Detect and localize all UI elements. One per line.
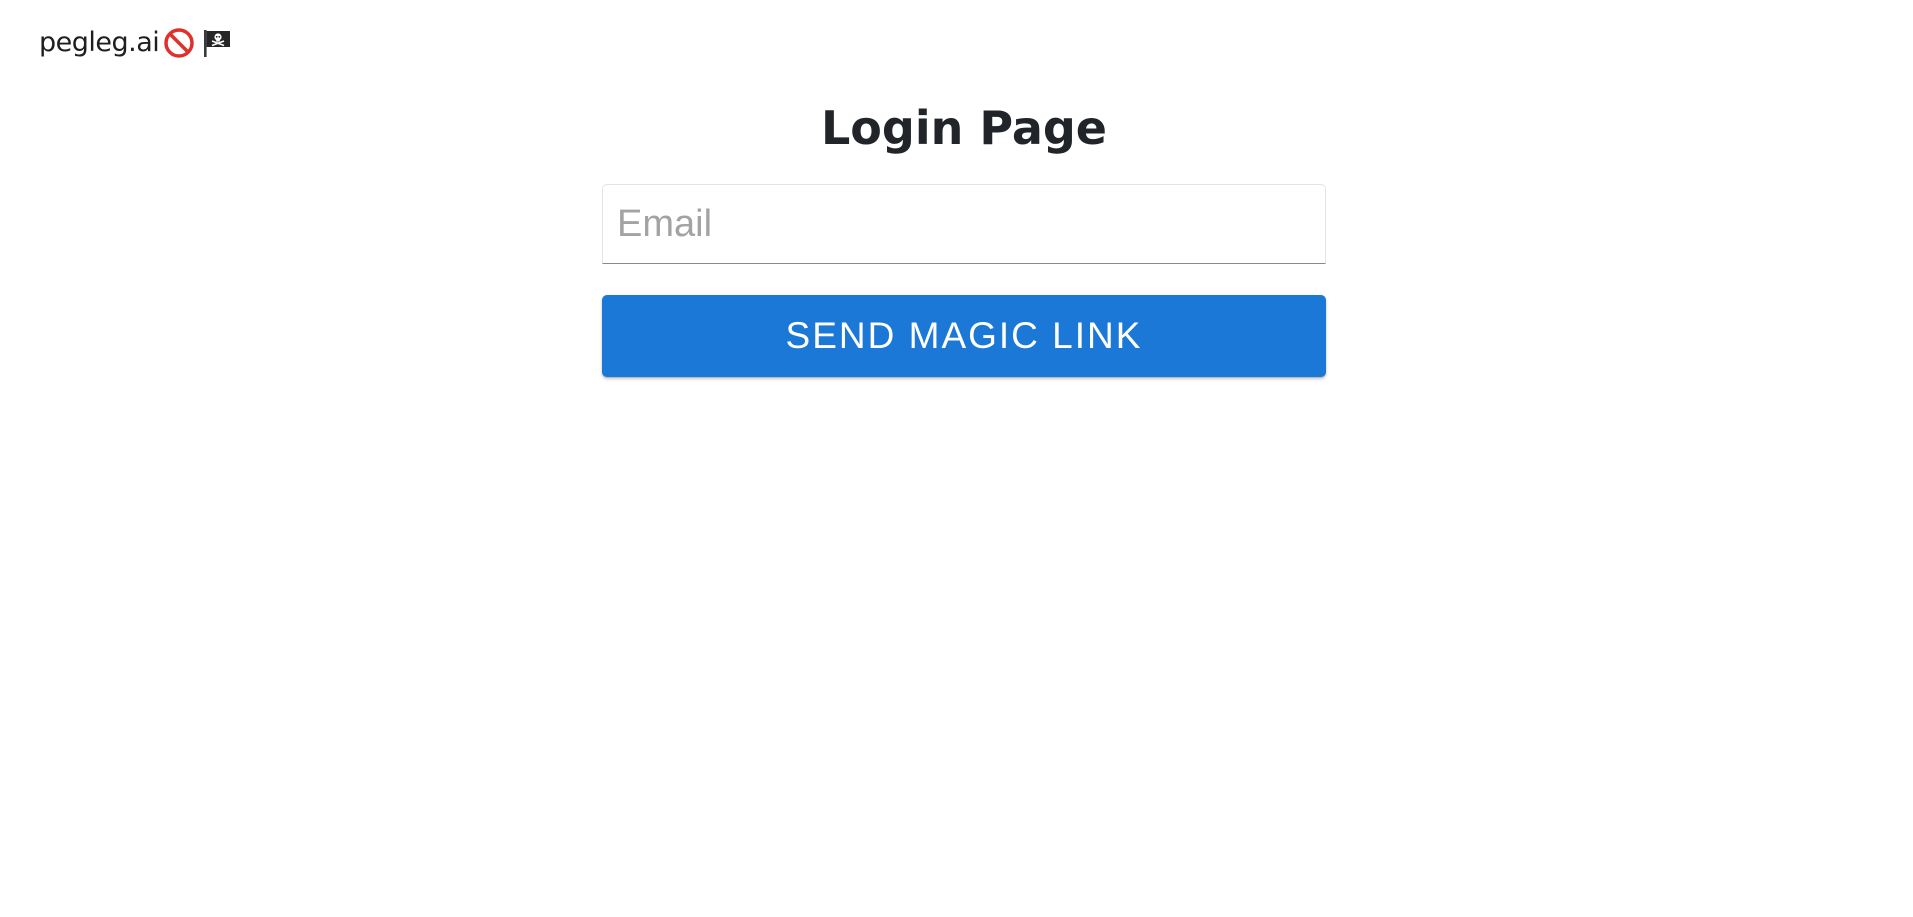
pirate-flag-icon — [199, 26, 235, 60]
brand-name: pegleg.ai — [39, 27, 160, 58]
send-magic-link-button[interactable]: SEND MAGIC LINK — [602, 295, 1326, 377]
prohibited-icon — [161, 26, 197, 60]
brand-logo[interactable]: pegleg.ai — [39, 26, 235, 60]
email-input[interactable] — [603, 185, 1325, 263]
page-title: Login Page — [820, 101, 1108, 155]
email-field-container[interactable] — [602, 184, 1326, 264]
login-form: Login Page SEND MAGIC LINK — [602, 98, 1326, 377]
